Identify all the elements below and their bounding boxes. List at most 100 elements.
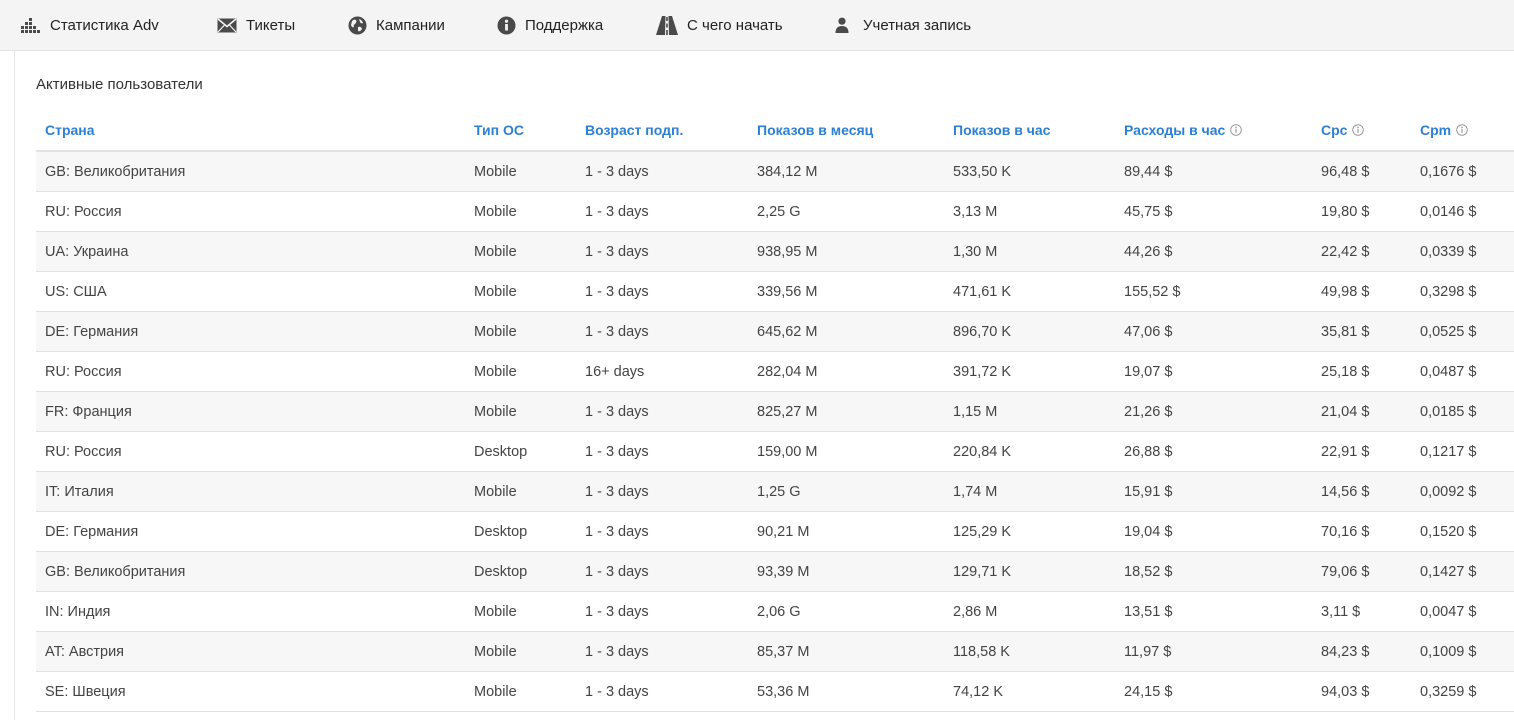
table-row: IN: Индия Mobile 1 - 3 days 2,06 G 2,86 M 13,… — [36, 591, 1514, 632]
cell-os-type: Mobile — [465, 311, 576, 352]
cell-spend-hour: 45,75 $ — [1115, 191, 1312, 232]
cell-impressions-month: 159,00 M — [748, 431, 944, 472]
section-title: Активные пользователи — [36, 76, 203, 93]
cell-impressions-month: 282,04 M — [748, 351, 944, 392]
cell-subscription-age: 1 - 3 days — [576, 391, 748, 432]
cell-subscription-age: 1 - 3 days — [576, 471, 748, 512]
cell-cpc: 22,91 $ — [1312, 431, 1411, 472]
nav-item-statistics[interactable]: Статистика Adv — [21, 0, 159, 50]
column-header-cpc[interactable]: Cpc — [1312, 110, 1411, 152]
cell-cpc: 14,56 $ — [1312, 471, 1411, 512]
cell-os-type: Mobile — [465, 151, 576, 192]
bar-chart-icon — [21, 17, 41, 33]
cell-os-type: Mobile — [465, 191, 576, 232]
cell-cpc: 49,98 $ — [1312, 271, 1411, 312]
cell-cpc: 96,48 $ — [1312, 151, 1411, 192]
cell-subscription-age: 1 - 3 days — [576, 271, 748, 312]
cell-country: RU: Россия — [36, 191, 465, 232]
cell-cpm: 0,0487 $ — [1411, 351, 1514, 392]
column-header-impressions-month[interactable]: Показов в месяц — [748, 110, 944, 152]
cell-cpc: 25,18 $ — [1312, 351, 1411, 392]
column-header-impressions-hour[interactable]: Показов в час — [944, 110, 1115, 152]
cell-os-type: Mobile — [465, 471, 576, 512]
cell-impressions-hour: 2,86 M — [944, 591, 1115, 632]
cell-cpc: 19,80 $ — [1312, 191, 1411, 232]
cell-country: IT: Италия — [36, 471, 465, 512]
table-row: GB: Великобритания Mobile 1 - 3 days 384,12… — [36, 151, 1514, 192]
cell-impressions-hour: 220,84 K — [944, 431, 1115, 472]
nav-item-support[interactable]: Поддержка — [497, 0, 603, 50]
cell-impressions-month: 645,62 M — [748, 311, 944, 352]
cell-subscription-age: 1 - 3 days — [576, 311, 748, 352]
cell-spend-hour: 89,44 $ — [1115, 151, 1312, 192]
cell-impressions-hour: 1,74 M — [944, 471, 1115, 512]
cell-os-type: Mobile — [465, 271, 576, 312]
cell-impressions-hour: 118,58 K — [944, 631, 1115, 672]
cell-impressions-month: 825,27 M — [748, 391, 944, 432]
nav-item-label: Статистика Adv — [50, 16, 159, 34]
cell-subscription-age: 1 - 3 days — [576, 551, 748, 592]
cell-subscription-age: 1 - 3 days — [576, 231, 748, 272]
cell-os-type: Desktop — [465, 431, 576, 472]
active-users-table: Страна Тип ОС Возраст подп. Показов в ме… — [36, 110, 1514, 712]
cell-cpm: 0,0339 $ — [1411, 231, 1514, 272]
cell-impressions-hour: 896,70 K — [944, 311, 1115, 352]
cell-country: GB: Великобритания — [36, 551, 465, 592]
nav-item-label: С чего начать — [687, 16, 783, 34]
cell-country: RU: Россия — [36, 351, 465, 392]
column-header-country[interactable]: Страна — [36, 110, 465, 152]
cell-cpc: 70,16 $ — [1312, 511, 1411, 552]
cell-spend-hour: 13,51 $ — [1115, 591, 1312, 632]
cell-spend-hour: 24,15 $ — [1115, 671, 1312, 712]
info-icon[interactable] — [1230, 123, 1243, 139]
table-body: GB: Великобритания Mobile 1 - 3 days 384,12… — [36, 151, 1514, 712]
table-row: US: США Mobile 1 - 3 days 339,56 M 471,61 K1… — [36, 271, 1514, 312]
table-row: IT: Италия Mobile 1 - 3 days 1,25 G 1,74 M 15… — [36, 471, 1514, 512]
cell-cpc: 21,04 $ — [1312, 391, 1411, 432]
cell-cpm: 0,3259 $ — [1411, 671, 1514, 712]
cell-country: DE: Германия — [36, 511, 465, 552]
column-header-os-type[interactable]: Тип ОС — [465, 110, 576, 152]
cell-cpm: 0,1217 $ — [1411, 431, 1514, 472]
info-icon[interactable] — [1456, 123, 1468, 139]
cell-os-type: Mobile — [465, 591, 576, 632]
cell-spend-hour: 21,26 $ — [1115, 391, 1312, 432]
nav-item-account[interactable]: Учетная запись — [835, 0, 971, 50]
cell-subscription-age: 1 - 3 days — [576, 671, 748, 712]
info-icon[interactable] — [1352, 123, 1365, 139]
data-table: Страна Тип ОС Возраст подп. Показов в ме… — [36, 110, 1514, 712]
cell-impressions-hour: 74,12 K — [944, 671, 1115, 712]
cell-cpm: 0,1427 $ — [1411, 551, 1514, 592]
cell-spend-hour: 26,88 $ — [1115, 431, 1312, 472]
column-header-cpm[interactable]: Cpm — [1411, 110, 1514, 152]
road-icon — [656, 15, 678, 35]
cell-cpc: 3,11 $ — [1312, 591, 1411, 632]
nav-item-campaigns[interactable]: Кампании — [348, 0, 445, 50]
cell-cpm: 0,0525 $ — [1411, 311, 1514, 352]
cell-country: US: США — [36, 271, 465, 312]
nav-item-getting-started[interactable]: С чего начать — [656, 0, 783, 50]
cell-os-type: Mobile — [465, 671, 576, 712]
nav-item-label: Учетная запись — [863, 16, 972, 34]
cell-subscription-age: 1 - 3 days — [576, 591, 748, 632]
cell-impressions-hour: 129,71 K — [944, 551, 1115, 592]
cell-country: GB: Великобритания — [36, 151, 465, 192]
cell-impressions-hour: 125,29 K — [944, 511, 1115, 552]
cell-impressions-hour: 3,13 M — [944, 191, 1115, 232]
globe-icon — [348, 16, 367, 35]
column-header-spend-hour[interactable]: Расходы в час — [1115, 110, 1312, 152]
cell-impressions-hour: 1,30 M — [944, 231, 1115, 272]
cell-os-type: Desktop — [465, 551, 576, 592]
nav-item-tickets[interactable]: Тикеты — [217, 0, 295, 50]
table-row: AT: Австрия Mobile 1 - 3 days 85,37 M 118,58… — [36, 631, 1514, 672]
cell-cpm: 0,0146 $ — [1411, 191, 1514, 232]
cell-os-type: Mobile — [465, 351, 576, 392]
cell-spend-hour: 155,52 $ — [1115, 271, 1312, 312]
cell-cpc: 35,81 $ — [1312, 311, 1411, 352]
table-row: DE: Германия Desktop 1 - 3 days 90,21 M 125,… — [36, 511, 1514, 552]
cell-country: AT: Австрия — [36, 631, 465, 672]
cell-spend-hour: 11,97 $ — [1115, 631, 1312, 672]
column-header-subscription-age[interactable]: Возраст подп. — [576, 110, 748, 152]
info-circle-icon — [497, 16, 516, 35]
cell-subscription-age: 1 - 3 days — [576, 511, 748, 552]
